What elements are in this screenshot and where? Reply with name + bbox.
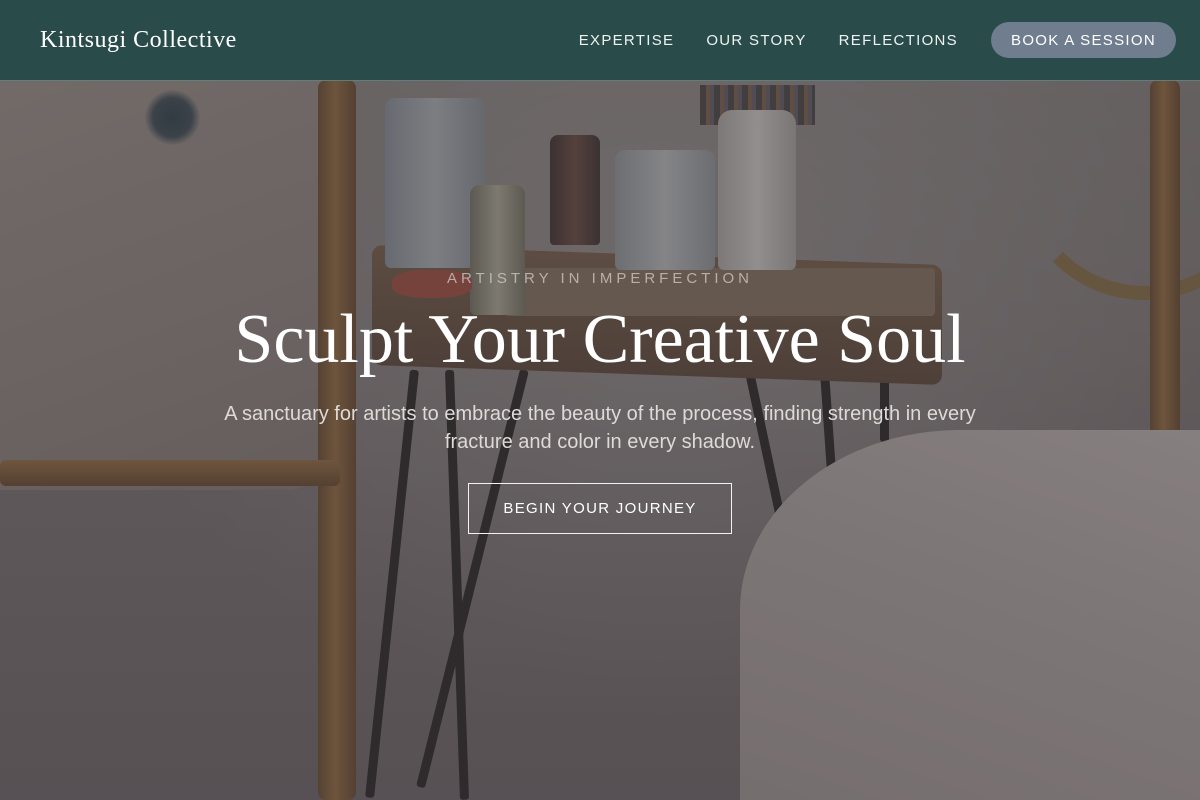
begin-journey-button[interactable]: BEGIN YOUR JOURNEY <box>468 483 732 534</box>
hero-subtitle: A sanctuary for artists to embrace the b… <box>224 403 976 453</box>
hero-eyebrow: ARTISTRY IN IMPERFECTION <box>446 270 754 287</box>
hero-section: ARTISTRY IN IMPERFECTION Sculpt Your Cre… <box>0 270 1200 534</box>
site-header: Kintsugi Collective EXPERTISE OUR STORY … <box>0 0 1200 81</box>
nav-link-expertise[interactable]: EXPERTISE <box>579 32 675 49</box>
nav-link-reflections[interactable]: REFLECTIONS <box>839 32 958 49</box>
nav-link-our-story[interactable]: OUR STORY <box>706 32 806 49</box>
main-nav: EXPERTISE OUR STORY REFLECTIONS <box>579 32 958 49</box>
book-session-button[interactable]: BOOK A SESSION <box>991 22 1176 58</box>
hero-title: Sculpt Your Creative Soul <box>234 301 966 378</box>
brand-logo[interactable]: Kintsugi Collective <box>40 27 237 54</box>
